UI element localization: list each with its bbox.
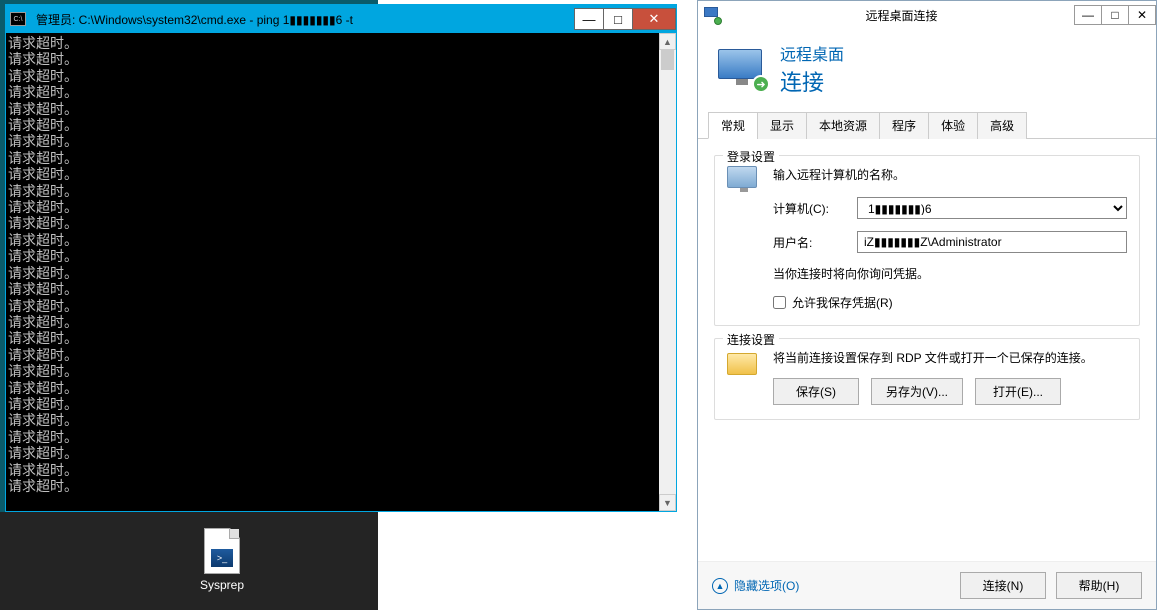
tab-programs[interactable]: 程序 bbox=[879, 112, 929, 139]
open-button[interactable]: 打开(E)... bbox=[975, 378, 1061, 405]
rdp-header-icon: ➜ bbox=[718, 49, 766, 89]
minimize-button[interactable]: — bbox=[1074, 5, 1102, 25]
save-credentials-label: 允许我保存凭据(R) bbox=[792, 294, 893, 311]
cmd-output-line: 请求超时。 bbox=[8, 396, 674, 412]
cmd-output-line: 请求超时。 bbox=[8, 478, 674, 494]
cmd-output-line: 请求超时。 bbox=[8, 101, 674, 117]
credential-note: 当你连接时将向你询问凭据。 bbox=[773, 265, 1127, 282]
powershell-file-icon: >_ bbox=[204, 528, 240, 574]
login-group-title: 登录设置 bbox=[723, 148, 779, 165]
tab-display[interactable]: 显示 bbox=[757, 112, 807, 139]
cmd-output-line: 请求超时。 bbox=[8, 84, 674, 100]
cmd-output-line: 请求超时。 bbox=[8, 35, 674, 51]
cmd-output-line: 请求超时。 bbox=[8, 462, 674, 478]
cmd-output-line: 请求超时。 bbox=[8, 445, 674, 461]
cmd-output-line: 请求超时。 bbox=[8, 347, 674, 363]
cmd-output-line: 请求超时。 bbox=[8, 429, 674, 445]
rdp-body: 登录设置 输入远程计算机的名称。 计算机(C): 1▮▮▮▮▮▮▮)6 用户名:… bbox=[698, 139, 1156, 448]
cmd-output-line: 请求超时。 bbox=[8, 166, 674, 182]
connection-settings-group: 连接设置 将当前连接设置保存到 RDP 文件或打开一个已保存的连接。 保存(S)… bbox=[714, 338, 1140, 420]
cmd-output-line: 请求超时。 bbox=[8, 133, 674, 149]
computer-select[interactable]: 1▮▮▮▮▮▮▮)6 bbox=[857, 197, 1127, 219]
cmd-output-line: 请求超时。 bbox=[8, 51, 674, 67]
cmd-output-line: 请求超时。 bbox=[8, 215, 674, 231]
maximize-button[interactable]: □ bbox=[603, 8, 633, 30]
username-label: 用户名: bbox=[773, 234, 847, 251]
cmd-icon: C:\ bbox=[10, 12, 26, 26]
computer-label: 计算机(C): bbox=[773, 200, 847, 217]
cmd-output-line: 请求超时。 bbox=[8, 248, 674, 264]
desktop-area: >_ Sysprep bbox=[0, 512, 378, 610]
conn-group-title: 连接设置 bbox=[723, 331, 779, 348]
cmd-output-line: 请求超时。 bbox=[8, 183, 674, 199]
computer-icon bbox=[727, 166, 761, 196]
tab-general[interactable]: 常规 bbox=[708, 112, 758, 139]
cmd-output-line: 请求超时。 bbox=[8, 363, 674, 379]
cmd-output-line: 请求超时。 bbox=[8, 265, 674, 281]
rdp-window: 远程桌面连接 — □ ✕ ➜ 远程桌面 连接 常规显示本地资源程序体验高级 登录… bbox=[697, 0, 1157, 610]
help-button[interactable]: 帮助(H) bbox=[1056, 572, 1142, 599]
sysprep-shortcut[interactable]: >_ Sysprep bbox=[190, 528, 254, 592]
save-as-button[interactable]: 另存为(V)... bbox=[871, 378, 963, 405]
save-credentials-checkbox[interactable] bbox=[773, 296, 786, 309]
cmd-output-line: 请求超时。 bbox=[8, 330, 674, 346]
cmd-output-line: 请求超时。 bbox=[8, 380, 674, 396]
close-button[interactable]: ✕ bbox=[1128, 5, 1156, 25]
cmd-output-line: 请求超时。 bbox=[8, 117, 674, 133]
cmd-output-line: 请求超时。 bbox=[8, 412, 674, 428]
cmd-output-line: 请求超时。 bbox=[8, 199, 674, 215]
rdp-footer: ▲ 隐藏选项(O) 连接(N) 帮助(H) bbox=[698, 561, 1156, 609]
scroll-down-button[interactable]: ▼ bbox=[659, 494, 676, 511]
cmd-window: C:\ 管理员: C:\Windows\system32\cmd.exe - p… bbox=[5, 4, 677, 512]
cmd-output-line: 请求超时。 bbox=[8, 314, 674, 330]
cmd-output-line: 请求超时。 bbox=[8, 68, 674, 84]
minimize-button[interactable]: — bbox=[574, 8, 604, 30]
folder-icon bbox=[727, 349, 761, 377]
rdp-header: ➜ 远程桌面 连接 bbox=[698, 29, 1156, 111]
rdp-window-title: 远程桌面连接 bbox=[728, 7, 1075, 24]
hide-options-link[interactable]: ▲ 隐藏选项(O) bbox=[712, 577, 799, 594]
chevron-up-icon: ▲ bbox=[712, 578, 728, 594]
tab-local-resources[interactable]: 本地资源 bbox=[806, 112, 880, 139]
login-desc: 输入远程计算机的名称。 bbox=[773, 166, 1127, 183]
rdp-tabs: 常规显示本地资源程序体验高级 bbox=[698, 111, 1156, 139]
cmd-output: 请求超时。请求超时。请求超时。请求超时。请求超时。请求超时。请求超时。请求超时。… bbox=[6, 33, 676, 511]
cmd-titlebar[interactable]: C:\ 管理员: C:\Windows\system32\cmd.exe - p… bbox=[6, 5, 676, 33]
rdp-app-icon bbox=[704, 7, 720, 23]
login-settings-group: 登录设置 输入远程计算机的名称。 计算机(C): 1▮▮▮▮▮▮▮)6 用户名:… bbox=[714, 155, 1140, 326]
cmd-output-line: 请求超时。 bbox=[8, 298, 674, 314]
cmd-output-line: 请求超时。 bbox=[8, 150, 674, 166]
rdp-header-line2: 连接 bbox=[780, 65, 844, 97]
cmd-output-line: 请求超时。 bbox=[8, 281, 674, 297]
cmd-output-line: 请求超时。 bbox=[8, 232, 674, 248]
cmd-scrollbar[interactable]: ▲ ▼ bbox=[659, 33, 676, 511]
rdp-header-line1: 远程桌面 bbox=[780, 41, 844, 65]
scroll-up-button[interactable]: ▲ bbox=[659, 33, 676, 50]
username-field[interactable] bbox=[857, 231, 1127, 253]
scroll-thumb[interactable] bbox=[661, 50, 674, 70]
tab-experience[interactable]: 体验 bbox=[928, 112, 978, 139]
conn-desc: 将当前连接设置保存到 RDP 文件或打开一个已保存的连接。 bbox=[773, 349, 1127, 366]
connect-button[interactable]: 连接(N) bbox=[960, 572, 1046, 599]
tab-advanced[interactable]: 高级 bbox=[977, 112, 1027, 139]
close-button[interactable]: ✕ bbox=[632, 8, 676, 30]
cmd-title: 管理员: C:\Windows\system32\cmd.exe - ping … bbox=[36, 11, 575, 28]
maximize-button[interactable]: □ bbox=[1101, 5, 1129, 25]
sysprep-label: Sysprep bbox=[190, 578, 254, 592]
hide-options-label: 隐藏选项(O) bbox=[734, 577, 799, 594]
rdp-titlebar[interactable]: 远程桌面连接 — □ ✕ bbox=[698, 1, 1156, 29]
save-button[interactable]: 保存(S) bbox=[773, 378, 859, 405]
